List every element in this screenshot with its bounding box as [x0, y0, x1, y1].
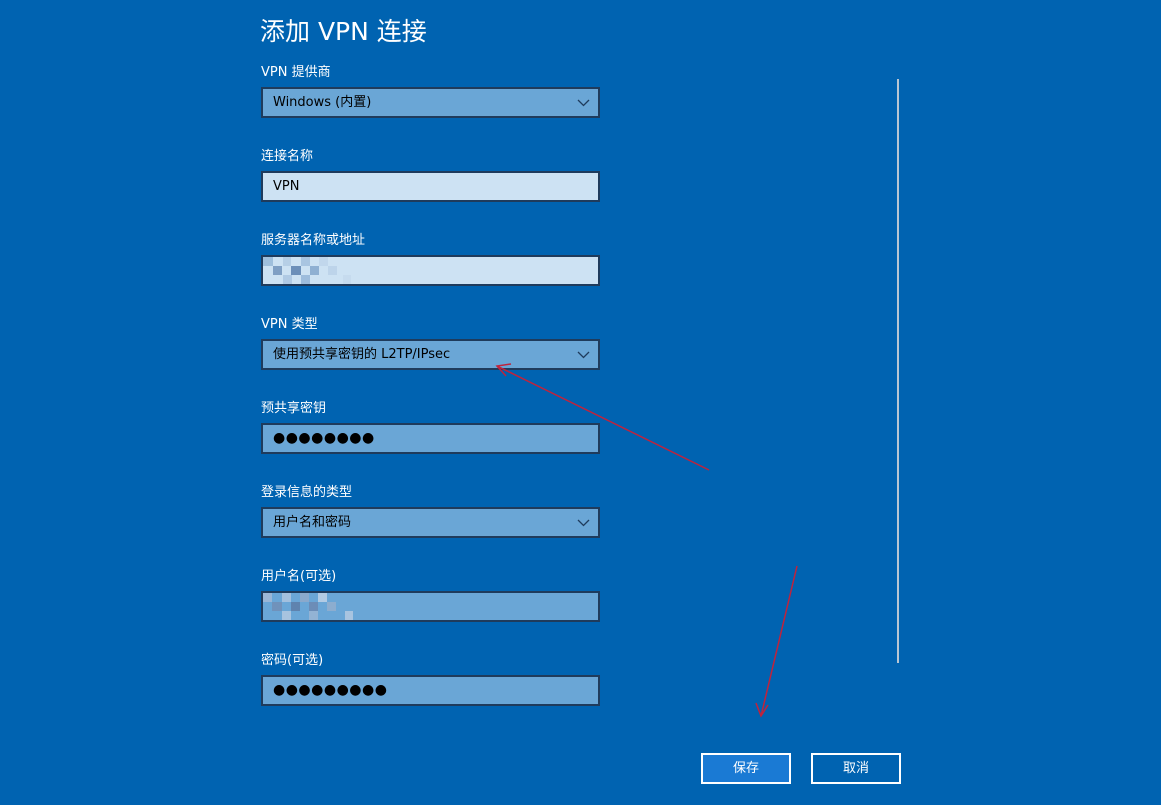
redacted-mosaic-icon — [263, 257, 351, 284]
chevron-down-icon — [577, 351, 590, 359]
server-label: 服务器名称或地址 — [261, 233, 366, 248]
username-label: 用户名(可选) — [261, 569, 337, 584]
username-input[interactable] — [261, 591, 600, 622]
connection-name-label: 连接名称 — [261, 149, 314, 164]
preshared-key-value: ●●●●●●●● — [273, 430, 375, 446]
cancel-button[interactable]: 取消 — [811, 753, 901, 784]
scrollbar[interactable] — [897, 79, 899, 663]
chevron-down-icon — [577, 519, 590, 527]
vpn-type-label: VPN 类型 — [261, 317, 318, 332]
preshared-key-input[interactable]: ●●●●●●●● — [261, 423, 600, 454]
password-input[interactable]: ●●●●●●●●● — [261, 675, 600, 706]
password-value: ●●●●●●●●● — [273, 682, 388, 698]
redacted-mosaic-icon — [263, 593, 353, 620]
provider-value: Windows (内置) — [273, 95, 372, 110]
vpn-type-select[interactable]: 使用预共享密钥的 L2TP/IPsec — [261, 339, 600, 370]
signin-type-value: 用户名和密码 — [273, 515, 352, 530]
vpn-type-value: 使用预共享密钥的 L2TP/IPsec — [273, 347, 451, 362]
connection-name-input[interactable]: VPN — [261, 171, 600, 202]
add-vpn-dialog: 添加 VPN 连接 VPN 提供商 Windows (内置) 连接名称 VPN … — [0, 0, 1161, 805]
password-label: 密码(可选) — [261, 653, 324, 668]
server-input[interactable] — [261, 255, 600, 286]
preshared-key-label: 预共享密钥 — [261, 401, 327, 416]
signin-type-select[interactable]: 用户名和密码 — [261, 507, 600, 538]
annotation-arrow-vpn-type — [495, 363, 710, 471]
page-title: 添加 VPN 连接 — [260, 17, 427, 46]
chevron-down-icon — [577, 99, 590, 107]
provider-select[interactable]: Windows (内置) — [261, 87, 600, 118]
annotation-arrow-save — [755, 565, 798, 718]
signin-type-label: 登录信息的类型 — [261, 485, 353, 500]
provider-label: VPN 提供商 — [261, 65, 331, 80]
connection-name-value: VPN — [273, 179, 300, 194]
save-button[interactable]: 保存 — [701, 753, 791, 784]
